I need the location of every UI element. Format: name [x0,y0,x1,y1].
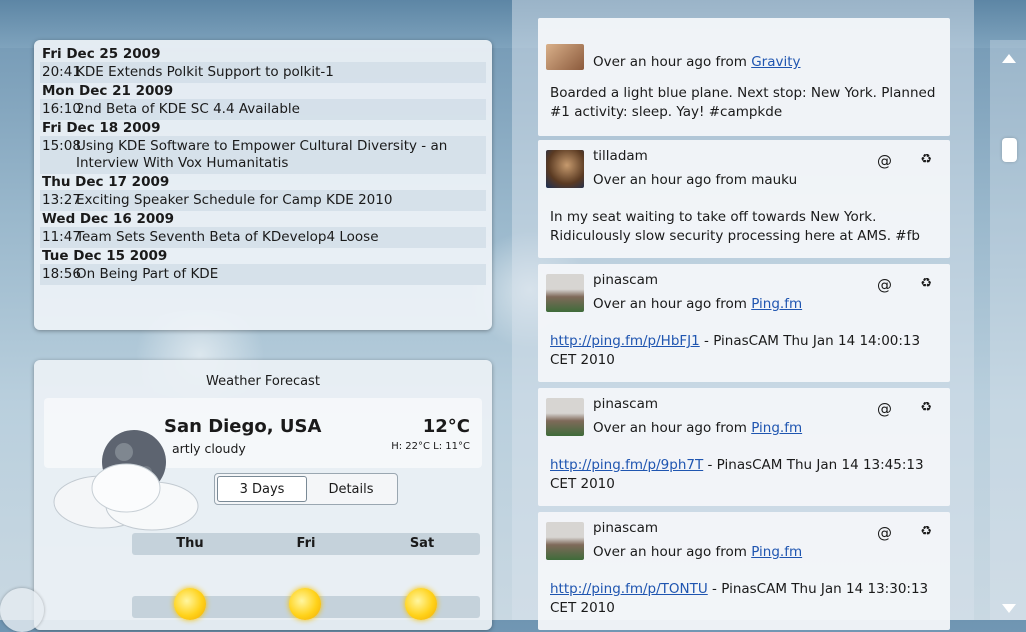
tweet-meta: Over an hour ago from Ping.fm [593,420,803,436]
weather-high-low: H: 22°C L: 11°C [391,441,470,452]
tweet-username[interactable]: pinascam [593,396,658,412]
news-item[interactable]: 20:41 KDE Extends Polkit Support to polki… [40,62,486,83]
news-headline[interactable]: Exciting Speaker Schedule for Camp KDE 2… [76,192,484,209]
tweet-text: http://ping.fm/p/TONTU - PinasCAM Thu Ja… [550,581,929,616]
moon-cloud-icon [53,430,199,531]
retweet-icon[interactable]: ♻ [920,152,932,167]
forecast-day: Sat [409,536,435,551]
desktop-toolbox-button[interactable] [0,588,44,632]
news-item[interactable]: 18:56 On Being Part of KDE [40,264,486,285]
scrollbar-thumb[interactable] [1002,138,1017,162]
tweet-source-link[interactable]: Ping.fm [751,420,802,436]
tweet-link[interactable]: http://ping.fm/p/9ph7T [550,457,703,473]
forecast-day: Fri [296,536,316,551]
tweet-username[interactable]: pinascam [593,520,658,536]
tweet-username[interactable]: tilladam [593,148,648,164]
tab-3-days[interactable]: 3 Days [217,476,307,502]
user-avatar[interactable] [546,522,584,560]
vertical-scrollbar[interactable] [990,40,1026,620]
tweet-source-link[interactable]: Gravity [751,54,800,70]
tweet-username[interactable]: pinascam [593,272,658,288]
news-widget: Fri Dec 25 2009 20:41 KDE Extends Polkit S… [34,40,492,330]
news-time: 11:47 [42,229,81,245]
sun-icon [405,588,437,620]
news-date-header: Mon Dec 21 2009 [42,83,174,99]
tweet-meta: Over an hour ago from mauku [593,172,798,188]
tweet-source-link[interactable]: Ping.fm [751,296,802,312]
user-avatar[interactable] [546,150,584,188]
news-date-header: Thu Dec 17 2009 [42,174,170,190]
tweet-item: pinascam @ ♻ Over an hour ago from Ping.… [538,512,950,630]
tweet-meta: Over an hour ago from Ping.fm [593,296,803,312]
news-headline[interactable]: 2nd Beta of KDE SC 4.4 Available [76,101,484,118]
forecast-day: Thu [176,536,204,551]
news-date-header: Fri Dec 18 2009 [42,120,161,136]
news-item[interactable]: 11:47 Team Sets Seventh Beta of KDevelop4… [40,227,486,248]
tweet-source-link[interactable]: Ping.fm [751,544,802,560]
weather-temperature: 12°C [422,416,470,437]
weather-condition: artly cloudy [172,441,246,456]
news-headline[interactable]: Using KDE Software to Empower Cultural D… [76,138,484,172]
tweet-meta: Over an hour ago from Gravity [593,54,801,70]
news-time: 16:10 [42,101,81,117]
tweet-link[interactable]: http://ping.fm/p/HbFJ1 [550,333,700,349]
news-headline[interactable]: Team Sets Seventh Beta of KDevelop4 Loos… [76,229,484,246]
news-item[interactable]: 15:08 Using KDE Software to Empower Cultu… [40,136,486,174]
sun-icon [289,588,321,620]
news-list: Fri Dec 25 2009 20:41 KDE Extends Polkit S… [40,46,486,285]
tweet-source: mauku [751,172,798,188]
tweet-text: Boarded a light blue plane. Next stop: N… [550,85,936,120]
tweet-item: pinascam @ ♻ Over an hour ago from Ping.… [538,264,950,382]
tweet-meta: Over an hour ago from Ping.fm [593,544,803,560]
weather-city: San Diego, USA [164,416,322,437]
news-time: 13:27 [42,192,81,208]
reply-icon[interactable]: @ [877,524,892,542]
scroll-down-arrow-icon[interactable] [1002,604,1016,613]
scroll-up-arrow-icon[interactable] [1002,54,1016,63]
news-time: 15:08 [42,138,81,154]
tweet-link[interactable]: http://ping.fm/p/TONTU [550,581,708,597]
news-date-header: Wed Dec 16 2009 [42,211,175,227]
weather-title: Weather Forecast [206,374,320,389]
news-headline[interactable]: KDE Extends Polkit Support to polkit-1 [76,64,484,81]
reply-icon[interactable]: @ [877,152,892,170]
retweet-icon[interactable]: ♻ [920,276,932,291]
news-date-header: Tue Dec 15 2009 [42,248,168,264]
retweet-icon[interactable]: ♻ [920,400,932,415]
news-item[interactable]: 13:27 Exciting Speaker Schedule for Camp … [40,190,486,211]
tweet-item: tilladam @ ♻ Over an hour ago from mauku… [538,140,950,258]
microblog-widget: Over an hour ago from Gravity Boarded a … [512,0,974,630]
tweet-text: In my seat waiting to take off towards N… [550,209,920,244]
tweet-item: Over an hour ago from Gravity Boarded a … [538,18,950,136]
reply-icon[interactable]: @ [877,400,892,418]
user-avatar[interactable] [546,274,584,312]
weather-tab-bar: 3 Days Details [214,473,398,505]
weather-widget: Weather Forecast San Diego, USA artly cl… [34,360,492,630]
reply-icon[interactable]: @ [877,276,892,294]
forecast-day-header: Thu Fri Sat [132,533,480,555]
tab-details[interactable]: Details [307,476,395,502]
retweet-icon[interactable]: ♻ [920,524,932,539]
tweet-item: pinascam @ ♻ Over an hour ago from Ping.… [538,388,950,506]
user-avatar[interactable] [546,44,584,70]
news-date-header: Fri Dec 25 2009 [42,46,161,62]
tweet-text: http://ping.fm/p/9ph7T - PinasCAM Thu Ja… [550,457,924,492]
sun-icon [174,588,206,620]
news-time: 20:41 [42,64,81,80]
news-item[interactable]: 16:10 2nd Beta of KDE SC 4.4 Available [40,99,486,120]
user-avatar[interactable] [546,398,584,436]
tweet-text: http://ping.fm/p/HbFJ1 - PinasCAM Thu Ja… [550,333,921,368]
news-headline[interactable]: On Being Part of KDE [76,266,484,283]
news-time: 18:56 [42,266,81,282]
